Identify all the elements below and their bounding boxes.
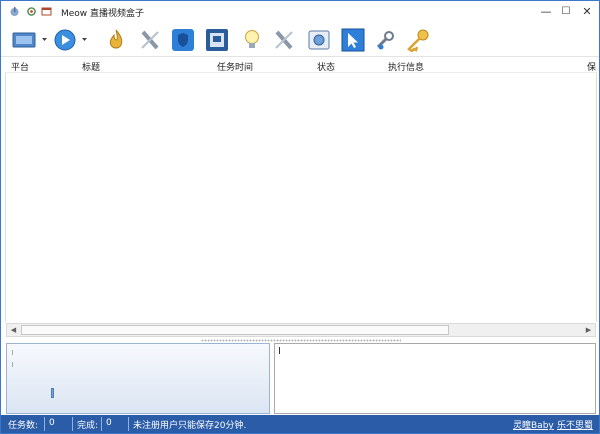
scroll-marker (12, 362, 13, 367)
text-caret (279, 347, 280, 354)
task-count-label: 任务数: (8, 421, 39, 431)
level-indicator (51, 388, 54, 398)
app-window: Meow 直播视频盒子 — ☐ ✕ 平台 标题 任务时间 状态 执行信息 保 ◀… (0, 0, 600, 434)
wrench-icon[interactable] (373, 28, 395, 52)
disk-icon[interactable] (205, 28, 229, 52)
column-save[interactable]: 保 (587, 60, 596, 73)
cursor-icon[interactable] (341, 28, 365, 52)
splitter-handle[interactable] (201, 339, 401, 342)
status-divider (72, 417, 73, 431)
done-value: 0 (106, 418, 112, 428)
horizontal-scrollbar[interactable]: ◀ ▶ (6, 323, 596, 337)
column-title[interactable]: 标题 (82, 60, 100, 73)
status-message: 未注册用户只能保存20分钟. (133, 421, 247, 431)
task-count-value: 0 (49, 418, 55, 428)
play-icon[interactable] (53, 28, 91, 52)
status-divider (101, 417, 102, 431)
site-link[interactable]: 乐不思蜀 (557, 418, 593, 431)
task-list[interactable] (5, 73, 597, 322)
flame-icon[interactable] (105, 28, 127, 52)
toolbar (1, 23, 599, 57)
scroll-right-arrow-icon[interactable]: ▶ (582, 324, 595, 336)
log-panel[interactable] (274, 343, 596, 414)
scroll-marker (12, 350, 13, 355)
screen-icon[interactable] (11, 28, 49, 52)
close-button[interactable]: ✕ (576, 3, 598, 21)
shield-icon[interactable] (171, 28, 195, 52)
plug-icon[interactable] (273, 28, 295, 52)
bulb-icon[interactable] (241, 28, 263, 52)
monitor-icon[interactable] (307, 28, 331, 52)
status-bar: 任务数: 0 完成: 0 未注册用户只能保存20分钟. 灵瞳Baby 乐不思蜀 (1, 415, 599, 433)
column-platform[interactable]: 平台 (11, 60, 29, 73)
scroll-left-arrow-icon[interactable]: ◀ (7, 324, 20, 336)
key-icon[interactable] (405, 28, 431, 52)
column-task-time[interactable]: 任务时间 (217, 60, 253, 73)
done-label: 完成: (77, 421, 99, 431)
column-execution-info[interactable]: 执行信息 (388, 60, 424, 73)
preview-panel[interactable] (6, 343, 270, 414)
plug-icon[interactable] (139, 28, 161, 52)
column-status[interactable]: 状态 (317, 60, 335, 73)
sync-icon[interactable] (26, 6, 37, 17)
status-divider (128, 417, 129, 431)
scrollbar-thumb[interactable] (21, 325, 449, 335)
task-list-header: 平台 标题 任务时间 状态 执行信息 保 (5, 58, 597, 73)
window-icon[interactable] (41, 6, 52, 17)
author-link[interactable]: 灵瞳Baby (513, 418, 554, 431)
minimize-button[interactable]: — (535, 3, 557, 21)
window-title: Meow 直播视频盒子 (61, 9, 145, 19)
title-bar: Meow 直播视频盒子 — ☐ ✕ (1, 1, 599, 23)
maximize-button[interactable]: ☐ (555, 3, 577, 21)
app-logo-icon (10, 7, 19, 16)
status-divider (44, 417, 45, 431)
